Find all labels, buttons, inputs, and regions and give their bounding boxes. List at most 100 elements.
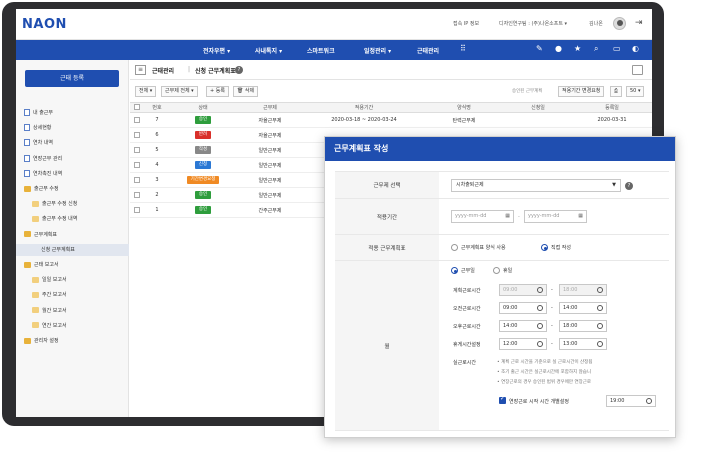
delete-button[interactable]: 🗑 삭제 — [233, 86, 259, 97]
sidebar-item[interactable]: 연차 내역 — [24, 137, 53, 149]
register-attendance-button[interactable]: 근태 등록 — [25, 70, 119, 87]
sidebar-item[interactable]: 근태 보고서 — [24, 259, 59, 271]
clock-icon — [537, 323, 543, 329]
sidebar-item[interactable]: 신청 근무계획표 — [16, 243, 129, 256]
nav-attendance[interactable]: 근태관리 — [417, 46, 439, 55]
column-header[interactable]: 상태 — [170, 102, 236, 113]
sidebar-item[interactable]: 출근부 수정 신청 — [32, 198, 77, 210]
time-end-input[interactable]: 14:00 — [559, 302, 607, 314]
logout-icon[interactable]: ⇥ — [635, 18, 643, 28]
page-size-select[interactable]: 50 ▾ — [626, 86, 645, 97]
search-icon[interactable]: ⌕ — [594, 44, 598, 54]
direct-write-option[interactable]: 직접 작성 — [541, 244, 571, 251]
row-checkbox[interactable] — [130, 157, 144, 173]
logo[interactable]: NAON — [22, 17, 67, 32]
status-filter[interactable]: 전체 ▾ — [135, 86, 157, 97]
status-cell: 승인 — [170, 202, 236, 218]
help-icon[interactable]: ? — [235, 66, 243, 74]
no-cell: 4 — [144, 157, 170, 173]
nav-mail[interactable]: 전자우편 ▾ — [203, 46, 230, 55]
nav-schedule[interactable]: 일정관리 ▾ — [364, 46, 391, 55]
avatar[interactable] — [613, 17, 626, 30]
breadcrumb-root[interactable]: 근태관리 — [152, 66, 174, 75]
day-label: 월 — [335, 261, 439, 430]
sidebar-item[interactable]: 연간 보고서 — [32, 320, 67, 332]
sidebar-item[interactable]: 연장근무 관리 — [24, 153, 62, 165]
change-period-button[interactable]: 적용기간 변경요청 — [558, 86, 605, 97]
print-icon[interactable]: ⎙ — [610, 86, 623, 97]
apps-grid-icon[interactable]: ⠿ — [460, 44, 466, 53]
column-header[interactable]: 양식명 — [424, 102, 504, 113]
time-start-input[interactable]: 14:00 — [499, 320, 547, 332]
holiday-option[interactable]: 휴일 — [493, 267, 512, 274]
clock-icon — [597, 305, 603, 311]
column-header[interactable]: 번호 — [144, 102, 170, 113]
type-cell: 일반근무제 — [236, 157, 304, 173]
sidebar-item[interactable]: 출근부 수정 — [24, 183, 59, 195]
folder-icon — [24, 231, 31, 238]
pen-icon[interactable]: ✎ — [536, 44, 543, 53]
use-template-option[interactable]: 근무계획표 양식 사용 — [451, 244, 506, 251]
row-checkbox[interactable] — [130, 202, 144, 218]
date-placeholder: yyyy-mm-dd — [455, 213, 487, 219]
sidebar-item[interactable]: 내 출근부 — [24, 107, 53, 119]
work-type-value: 시차출퇴근제 — [456, 182, 484, 188]
option-label: 휴일 — [503, 268, 513, 274]
sidebar-item[interactable]: 연차촉진 내역 — [24, 168, 62, 180]
overtime-time-input[interactable]: 19:00 — [606, 395, 656, 407]
sidebar-item[interactable]: 관리자 설정 — [24, 335, 59, 347]
ip-info-link[interactable]: 접속 IP 정보 — [453, 20, 479, 27]
status-badge: 승인 — [194, 116, 212, 124]
column-header[interactable]: 적용기간 — [304, 102, 424, 113]
row-checkbox[interactable] — [130, 172, 144, 188]
work-type-row: 근무제 선택 시차출퇴근제 ▼ ? — [335, 171, 669, 199]
chat-icon[interactable]: ● — [555, 44, 562, 53]
period-row: 적용기간 yyyy-mm-dd ▦ - yyyy-mm-dd ▦ — [335, 199, 669, 235]
overtime-checkbox[interactable] — [499, 395, 506, 404]
sidebar-item-label: 일일 보고서 — [42, 277, 67, 284]
sidebar-item-label: 출근부 수정 내역 — [42, 216, 78, 223]
applied-cell — [504, 112, 572, 128]
period-separator: - — [518, 214, 520, 220]
sidebar-item[interactable]: 출근부 수정 내역 — [32, 213, 77, 225]
row-checkbox[interactable] — [130, 127, 144, 143]
add-button[interactable]: + 등록 — [206, 86, 229, 97]
palette-icon[interactable]: ◐ — [632, 44, 639, 53]
column-header[interactable]: 등록일 — [572, 102, 652, 113]
monitor-icon[interactable]: ▭ — [613, 44, 621, 53]
period-end-input[interactable]: yyyy-mm-dd ▦ — [524, 210, 587, 223]
table-row[interactable]: 7 승인 자율근무제 2020-03-18 ~ 2020-03-24 탄력근무제 2020… — [130, 112, 652, 128]
nav-smartwork[interactable]: 스마트워크 — [307, 46, 335, 55]
sidebar-item[interactable]: 월간 보고서 — [32, 305, 67, 317]
work-type-filter[interactable]: 근무제 전체 ▾ — [161, 86, 198, 97]
time-start-input[interactable]: 12:00 — [499, 338, 547, 350]
row-checkbox[interactable] — [130, 112, 144, 128]
work-type-select[interactable]: 시차출퇴근제 ▼ — [451, 179, 621, 192]
time-separator: - — [551, 323, 553, 329]
help-icon[interactable]: ? — [625, 182, 633, 190]
department-selector[interactable]: 디자인연구팀 : (주)나온소프트 ▾ — [499, 20, 567, 27]
sidebar-item[interactable]: 일일 보고서 — [32, 274, 67, 286]
column-header[interactable]: 신청일 — [504, 102, 572, 113]
time-start-input[interactable]: 09:00 — [499, 302, 547, 314]
workday-option[interactable]: 근무일 — [451, 267, 475, 274]
row-checkbox[interactable] — [130, 187, 144, 203]
status-badge: 승인 — [194, 191, 212, 199]
column-header[interactable]: 근무제 — [236, 102, 304, 113]
monitor-icon[interactable] — [632, 65, 643, 75]
no-cell: 5 — [144, 142, 170, 158]
period-start-input[interactable]: yyyy-mm-dd ▦ — [451, 210, 514, 223]
select-all-checkbox[interactable] — [130, 102, 144, 113]
star-icon[interactable]: ★ — [574, 44, 581, 53]
sidebar-item[interactable]: 상세현황 — [24, 122, 51, 134]
row-checkbox[interactable] — [130, 142, 144, 158]
time-separator: - — [551, 287, 553, 293]
time-end-input[interactable]: 13:00 — [559, 338, 607, 350]
sidebar-item[interactable]: 주간 보고서 — [32, 289, 67, 301]
time-end-input[interactable]: 18:00 — [559, 320, 607, 332]
form-cell: 탄력근무제 — [424, 112, 504, 128]
menu-toggle-icon[interactable]: ≡ — [135, 65, 146, 75]
sidebar-item[interactable]: 근무계획표 — [24, 229, 57, 241]
nav-board[interactable]: 사내톡지 ▾ — [255, 46, 282, 55]
calendar-icon: ▦ — [505, 213, 510, 219]
